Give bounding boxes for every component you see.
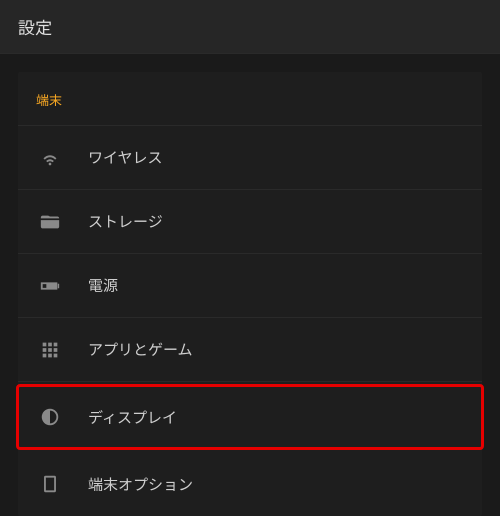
item-label: 端末オプション bbox=[88, 474, 193, 495]
page-title: 設定 bbox=[0, 0, 500, 54]
item-storage[interactable]: ストレージ bbox=[18, 190, 482, 254]
item-label: ワイヤレス bbox=[88, 147, 163, 168]
apps-grid-icon bbox=[36, 336, 64, 364]
battery-icon bbox=[36, 272, 64, 300]
settings-content: 端末 ワイヤレス ストレージ 電源 アプリとゲーム bbox=[0, 54, 500, 516]
item-apps-games[interactable]: アプリとゲーム bbox=[18, 318, 482, 382]
item-label: ストレージ bbox=[88, 211, 163, 232]
item-display[interactable]: ディスプレイ bbox=[16, 384, 484, 450]
contrast-icon bbox=[36, 403, 64, 431]
item-label: 電源 bbox=[88, 275, 118, 296]
item-label: ディスプレイ bbox=[88, 407, 177, 428]
settings-panel: 端末 ワイヤレス ストレージ 電源 アプリとゲーム bbox=[18, 72, 482, 516]
wifi-icon bbox=[36, 144, 64, 172]
item-device-options[interactable]: 端末オプション bbox=[18, 452, 482, 516]
item-label: アプリとゲーム bbox=[88, 339, 193, 360]
tablet-icon bbox=[36, 470, 64, 498]
item-power[interactable]: 電源 bbox=[18, 254, 482, 318]
folder-icon bbox=[36, 208, 64, 236]
item-wireless[interactable]: ワイヤレス bbox=[18, 126, 482, 190]
section-header-device: 端末 bbox=[18, 72, 482, 126]
